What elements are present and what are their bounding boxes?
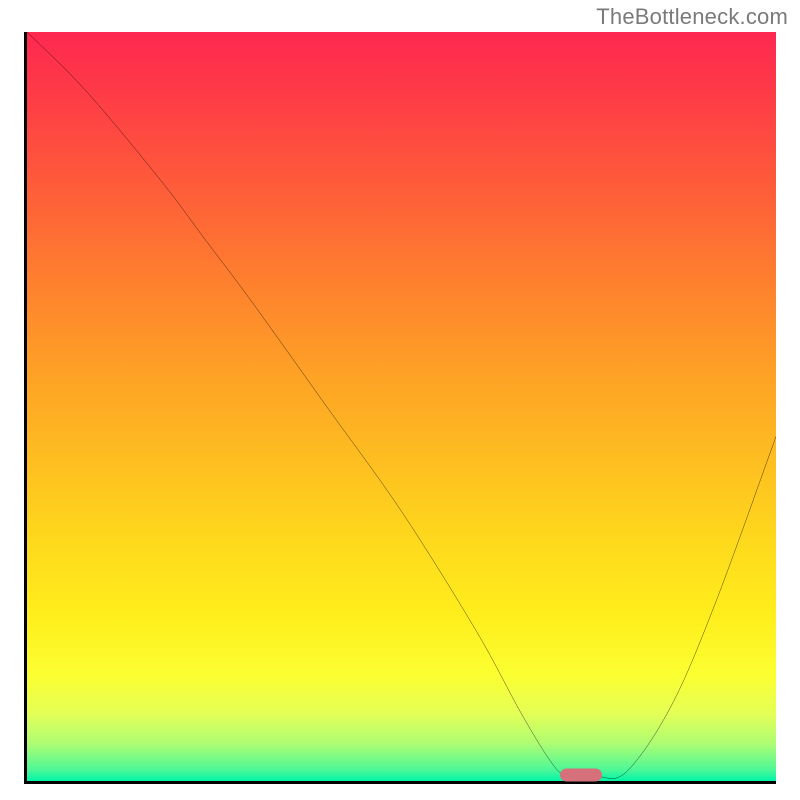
attribution-label: TheBottleneck.com: [596, 4, 788, 30]
bottleneck-curve: [27, 32, 776, 781]
optimal-point-marker: [560, 769, 602, 782]
plot-area: [24, 32, 776, 784]
curve-path: [27, 32, 776, 779]
